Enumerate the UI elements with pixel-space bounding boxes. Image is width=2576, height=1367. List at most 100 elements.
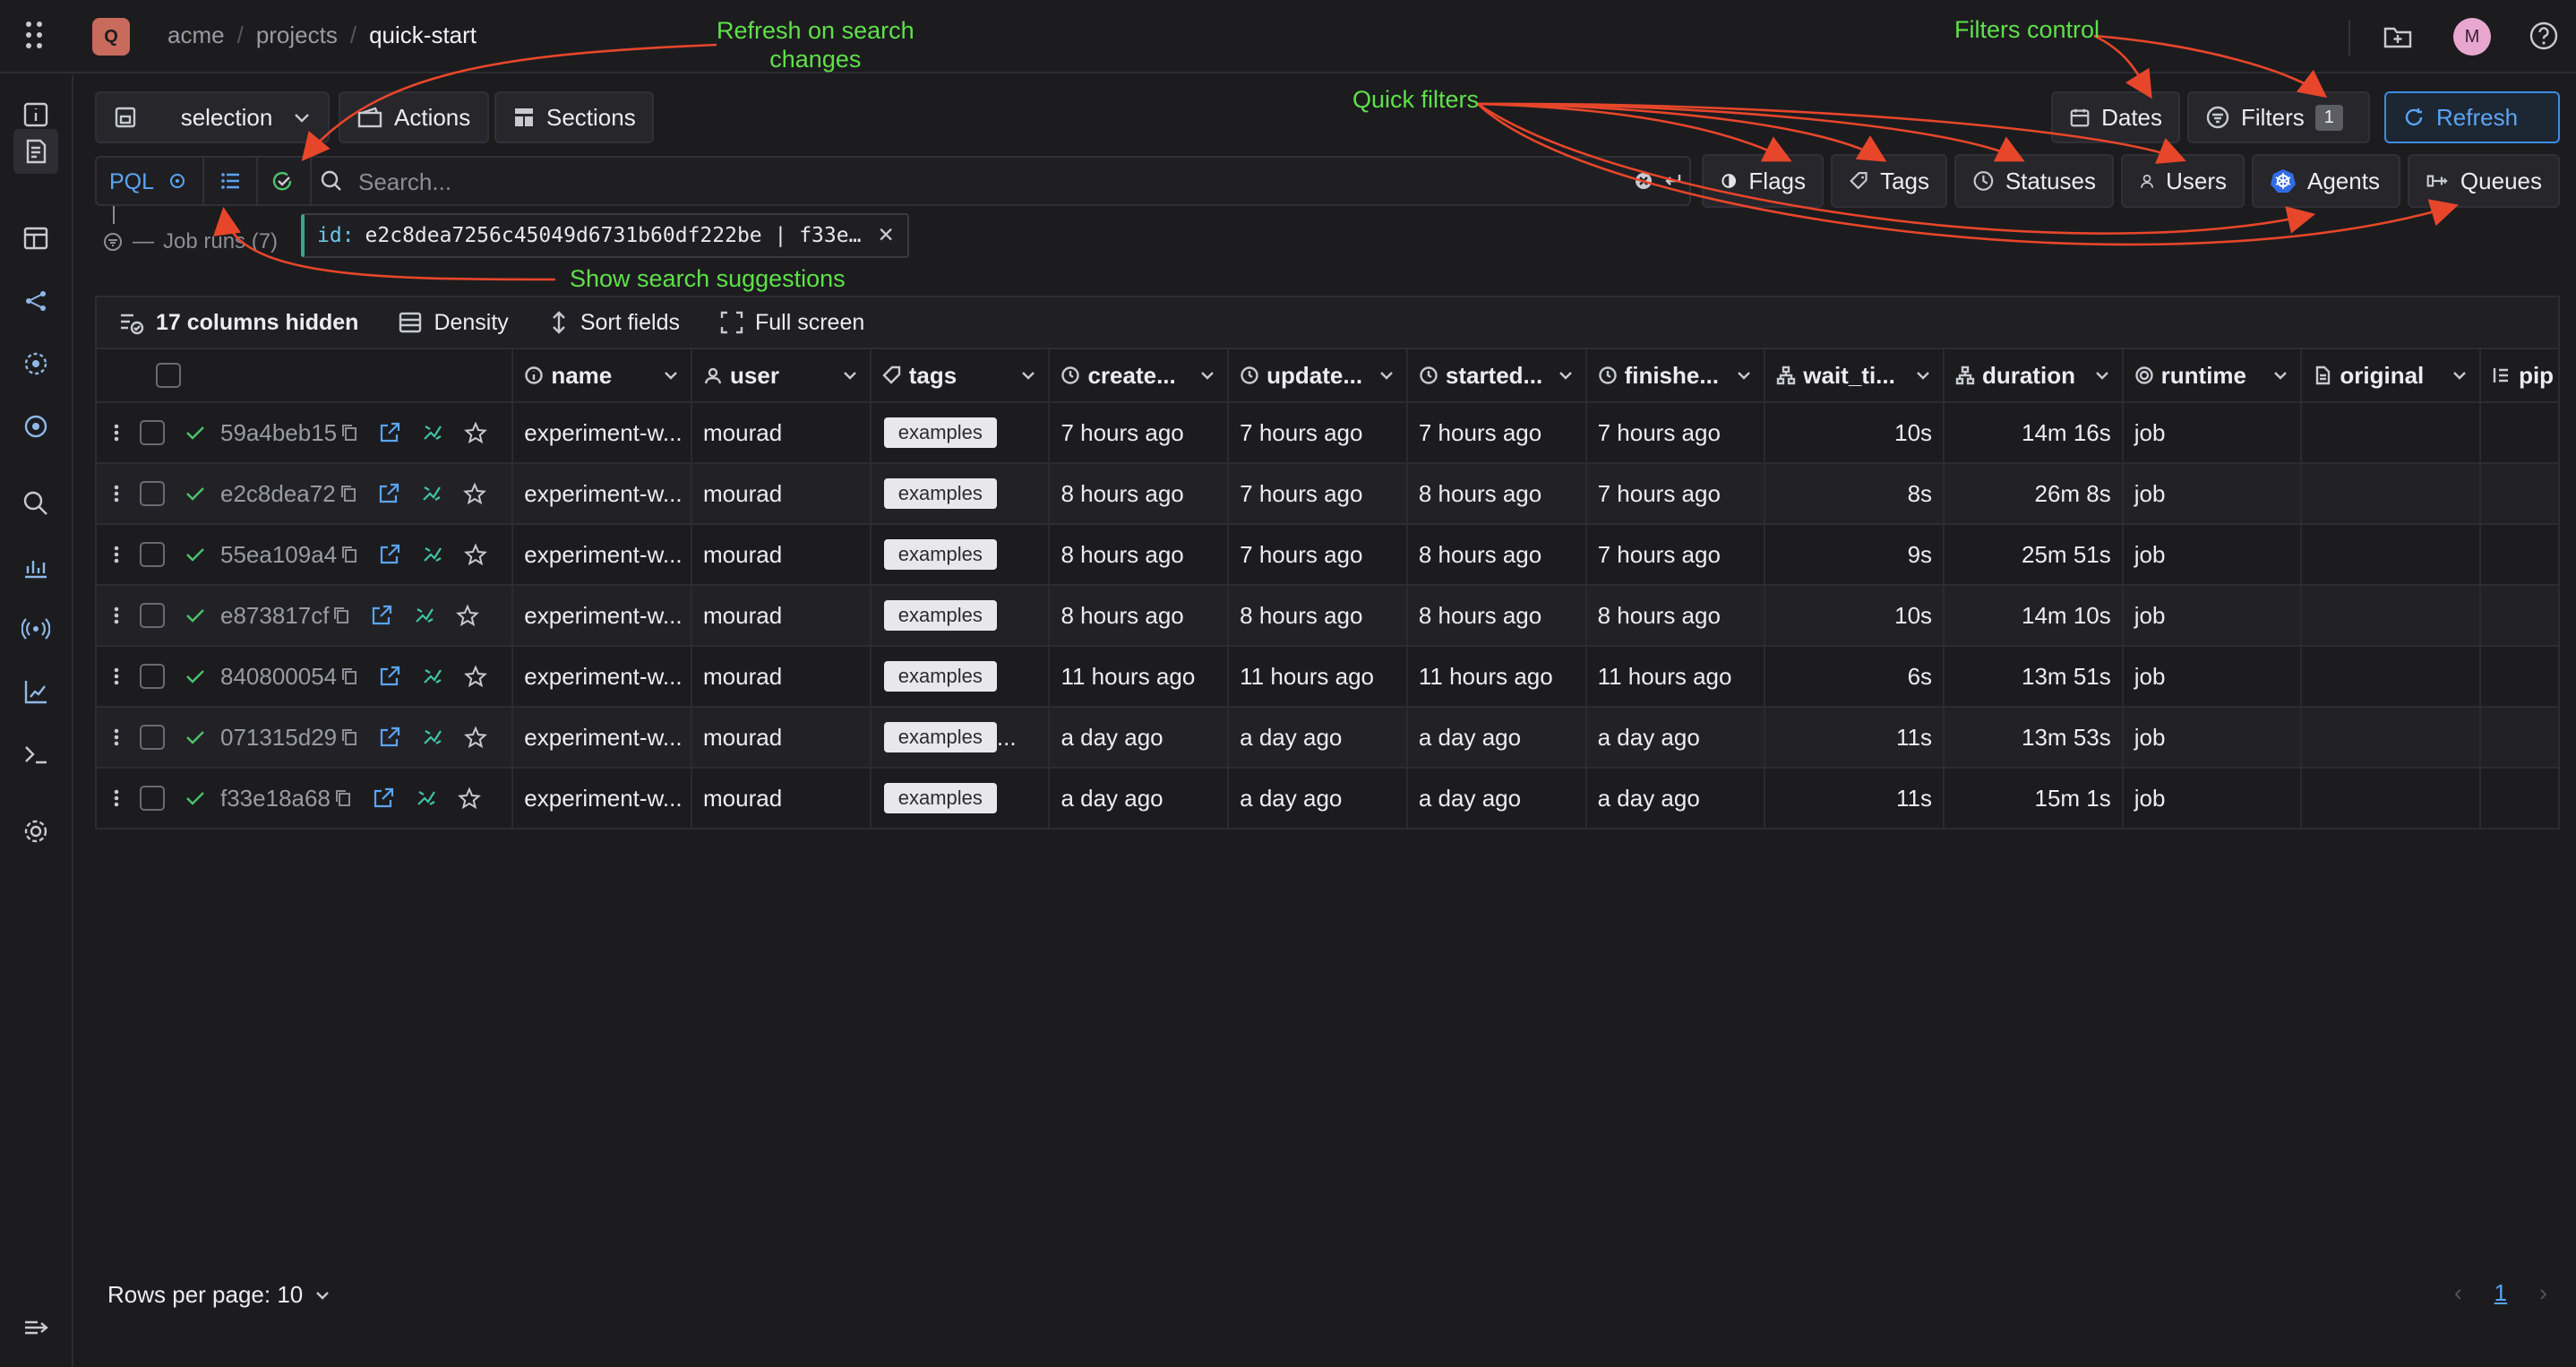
- row-checkbox[interactable]: [140, 786, 165, 811]
- quick-filter-agents[interactable]: Agents: [2252, 154, 2400, 208]
- compare-icon[interactable]: [421, 726, 444, 749]
- run-uuid[interactable]: 55ea109a4: [220, 541, 337, 569]
- monitor-icon[interactable]: [20, 410, 52, 443]
- actions-button[interactable]: Actions: [339, 91, 489, 143]
- terminal-icon[interactable]: [20, 738, 52, 770]
- row-checkbox[interactable]: [140, 725, 165, 750]
- drag-handle-icon[interactable]: [113, 545, 120, 564]
- external-link-icon[interactable]: [378, 726, 401, 749]
- star-icon[interactable]: [462, 482, 486, 505]
- clear-search-icon[interactable]: [1634, 171, 1653, 191]
- drag-handle-icon[interactable]: [113, 788, 120, 808]
- copy-icon[interactable]: [340, 545, 358, 564]
- copy-icon[interactable]: [340, 423, 358, 443]
- refresh-button[interactable]: Refresh: [2384, 91, 2560, 143]
- compare-icon[interactable]: [421, 421, 444, 444]
- suggestions-list-icon[interactable]: [219, 168, 244, 193]
- row-checkbox[interactable]: [140, 603, 165, 628]
- column-header-name[interactable]: name: [513, 349, 693, 401]
- broadcast-icon[interactable]: [20, 613, 52, 645]
- star-icon[interactable]: [464, 665, 488, 688]
- quick-filter-users[interactable]: Users: [2121, 154, 2245, 208]
- columns-button[interactable]: 17 columns hidden: [118, 310, 358, 336]
- run-uuid[interactable]: e2c8dea72: [220, 480, 336, 508]
- star-icon[interactable]: [456, 604, 480, 627]
- app-grid-icon[interactable]: [23, 20, 50, 50]
- sort-fields-button[interactable]: Sort fields: [548, 310, 680, 336]
- drag-handle-icon[interactable]: [113, 423, 120, 443]
- copy-icon[interactable]: [340, 727, 358, 747]
- row-checkbox[interactable]: [140, 542, 165, 567]
- star-icon[interactable]: [464, 543, 488, 566]
- tag-badge[interactable]: examples: [883, 722, 997, 752]
- dashboard-icon[interactable]: [20, 222, 52, 254]
- column-header-original[interactable]: original: [2302, 349, 2482, 401]
- sections-button[interactable]: Sections: [494, 91, 654, 143]
- external-link-icon[interactable]: [378, 543, 401, 566]
- external-link-icon[interactable]: [377, 482, 400, 505]
- drag-handle-icon[interactable]: [113, 484, 120, 503]
- search-filter-chip[interactable]: id: e2c8dea7256c45049d6731b60df222be | f…: [301, 213, 909, 258]
- avatar[interactable]: M: [2453, 18, 2491, 56]
- external-link-icon[interactable]: [372, 787, 395, 810]
- selection-dropdown[interactable]: selection: [95, 91, 330, 143]
- next-page-icon[interactable]: ›: [2539, 1279, 2547, 1307]
- column-header-user[interactable]: user: [692, 349, 872, 401]
- star-icon[interactable]: [464, 421, 488, 444]
- run-name[interactable]: experiment-w...: [513, 647, 692, 706]
- run-uuid[interactable]: f33e18a68: [220, 785, 331, 812]
- table-row[interactable]: f33e18a68 experiment-w... mourad example…: [97, 767, 2558, 828]
- star-icon[interactable]: [458, 787, 481, 810]
- runs-icon[interactable]: [13, 129, 58, 174]
- run-uuid[interactable]: 840800054: [220, 663, 337, 691]
- row-checkbox[interactable]: [140, 420, 165, 445]
- help-icon[interactable]: [2528, 20, 2560, 52]
- chart-icon[interactable]: [20, 550, 52, 582]
- row-checkbox[interactable]: [140, 481, 165, 506]
- external-link-icon[interactable]: [378, 421, 401, 444]
- run-uuid[interactable]: e873817cf: [220, 602, 329, 630]
- settings-icon[interactable]: [20, 815, 52, 847]
- column-header-started[interactable]: started...: [1408, 349, 1587, 401]
- quick-filter-statuses[interactable]: Statuses: [1954, 154, 2114, 208]
- run-name[interactable]: experiment-w...: [513, 464, 692, 523]
- table-row[interactable]: e2c8dea72 experiment-w... mourad example…: [97, 462, 2558, 523]
- copy-icon[interactable]: [340, 666, 358, 686]
- column-header-finished[interactable]: finishe...: [1587, 349, 1766, 401]
- quick-filter-flags[interactable]: Flags: [1702, 154, 1824, 208]
- quick-filter-tags[interactable]: Tags: [1831, 154, 1947, 208]
- tag-badge[interactable]: examples: [883, 661, 997, 692]
- folder-icon[interactable]: [2383, 23, 2413, 50]
- breadcrumb-org[interactable]: acme: [167, 21, 225, 49]
- breadcrumb-current[interactable]: quick-start: [369, 21, 477, 49]
- quick-filter-queues[interactable]: Queues: [2408, 154, 2560, 208]
- select-all-checkbox[interactable]: [156, 363, 181, 388]
- run-name[interactable]: experiment-w...: [513, 403, 692, 462]
- run-name[interactable]: experiment-w...: [513, 586, 692, 645]
- table-row[interactable]: 55ea109a4 experiment-w... mourad example…: [97, 523, 2558, 584]
- table-row[interactable]: 071315d29 experiment-w... mourad example…: [97, 706, 2558, 767]
- drag-handle-icon[interactable]: [113, 727, 120, 747]
- reports-icon[interactable]: [20, 675, 52, 708]
- tag-badge[interactable]: examples: [883, 600, 997, 631]
- copy-icon[interactable]: [339, 484, 357, 503]
- breadcrumb-projects[interactable]: projects: [256, 21, 338, 49]
- column-header-updated[interactable]: update...: [1229, 349, 1408, 401]
- dag-icon[interactable]: [20, 285, 52, 317]
- enter-icon[interactable]: [1662, 172, 1682, 190]
- compare-icon[interactable]: [421, 665, 444, 688]
- run-uuid[interactable]: 59a4beb15: [220, 419, 337, 447]
- tag-badge[interactable]: examples: [883, 478, 997, 509]
- compare-icon[interactable]: [421, 543, 444, 566]
- density-button[interactable]: Density: [398, 310, 509, 336]
- run-name[interactable]: experiment-w...: [513, 769, 692, 828]
- star-icon[interactable]: [464, 726, 488, 749]
- dates-button[interactable]: Dates: [2051, 91, 2180, 143]
- run-name[interactable]: experiment-w...: [513, 708, 692, 767]
- column-header-runtime[interactable]: runtime: [2124, 349, 2303, 401]
- search-input[interactable]: [358, 168, 1612, 195]
- copy-icon[interactable]: [334, 788, 352, 808]
- collapse-icon[interactable]: [20, 1311, 52, 1344]
- compare-icon[interactable]: [420, 482, 443, 505]
- table-row[interactable]: e873817cf experiment-w... mourad example…: [97, 584, 2558, 645]
